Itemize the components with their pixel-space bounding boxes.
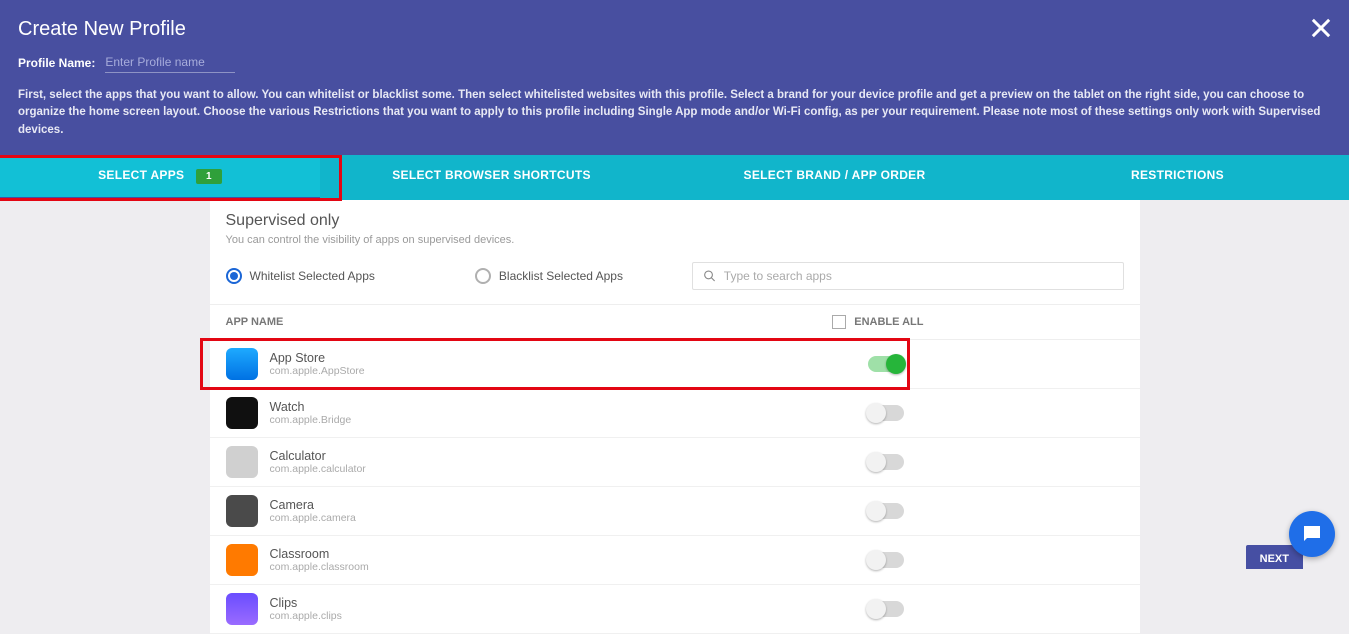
search-box[interactable] <box>692 262 1124 290</box>
app-toggle[interactable] <box>868 552 904 568</box>
tab-select-apps[interactable]: SELECT APPS 1 <box>0 155 320 200</box>
app-id: com.apple.AppStore <box>270 365 868 377</box>
app-icon <box>226 397 258 429</box>
close-button[interactable] <box>1307 14 1335 42</box>
app-toggle[interactable] <box>868 601 904 617</box>
page-title: Create New Profile <box>18 18 1331 41</box>
header: Create New Profile Profile Name: First, … <box>0 0 1349 155</box>
app-icon <box>226 446 258 478</box>
search-icon <box>703 269 716 283</box>
chat-icon <box>1300 522 1324 546</box>
tab-brand-order[interactable]: SELECT BRAND / APP ORDER <box>663 155 1006 200</box>
app-id: com.apple.classroom <box>270 561 868 573</box>
app-id: com.apple.camera <box>270 512 868 524</box>
card-subtitle: You can control the visibility of apps o… <box>226 234 1124 246</box>
app-info: Calculator com.apple.calculator <box>270 449 868 475</box>
tab-label: SELECT APPS <box>98 168 184 182</box>
app-rows: App Store com.apple.AppStore Watch com.a… <box>210 340 1140 634</box>
app-id: com.apple.clips <box>270 610 868 622</box>
app-id: com.apple.Bridge <box>270 414 868 426</box>
app-row: Clips com.apple.clips <box>210 585 1140 634</box>
col-enable-all[interactable]: ENABLE ALL <box>832 315 923 329</box>
radio-group: Whitelist Selected Apps Blacklist Select… <box>226 268 623 284</box>
col-app-name: APP NAME <box>226 316 833 328</box>
app-icon <box>226 348 258 380</box>
app-name: Calculator <box>270 449 868 463</box>
tab-browser-shortcuts[interactable]: SELECT BROWSER SHORTCUTS <box>320 155 663 200</box>
card-head: Supervised only You can control the visi… <box>210 200 1140 256</box>
app-name: Camera <box>270 498 868 512</box>
tabs-bar: SELECT APPS 1 SELECT BROWSER SHORTCUTS S… <box>0 155 1349 200</box>
search-input[interactable] <box>724 269 1113 283</box>
app-icon <box>226 495 258 527</box>
header-description: First, select the apps that you want to … <box>18 87 1331 139</box>
app-name: Watch <box>270 400 868 414</box>
radio-blacklist[interactable]: Blacklist Selected Apps <box>475 268 623 284</box>
col-enable-label: ENABLE ALL <box>854 316 923 328</box>
app-name: App Store <box>270 351 868 365</box>
filter-row: Whitelist Selected Apps Blacklist Select… <box>210 256 1140 304</box>
chat-bubble-button[interactable] <box>1289 511 1335 557</box>
app-info: Camera com.apple.camera <box>270 498 868 524</box>
radio-label: Whitelist Selected Apps <box>250 269 375 283</box>
tab-badge: 1 <box>196 169 222 184</box>
radio-icon <box>475 268 491 284</box>
app-id: com.apple.calculator <box>270 463 868 475</box>
app-row: Watch com.apple.Bridge <box>210 389 1140 438</box>
card-title: Supervised only <box>226 212 1124 230</box>
app-icon <box>226 544 258 576</box>
app-row: App Store com.apple.AppStore <box>210 340 1140 389</box>
app-row: Calculator com.apple.calculator <box>210 438 1140 487</box>
app-info: App Store com.apple.AppStore <box>270 351 868 377</box>
tab-label: SELECT BROWSER SHORTCUTS <box>392 168 591 182</box>
next-label: NEXT <box>1260 553 1289 565</box>
checkbox-icon[interactable] <box>832 315 846 329</box>
app-row: Camera com.apple.camera <box>210 487 1140 536</box>
app-toggle[interactable] <box>868 454 904 470</box>
app-info: Watch com.apple.Bridge <box>270 400 868 426</box>
profile-name-label: Profile Name: <box>18 56 95 70</box>
close-icon <box>1307 14 1335 42</box>
table-head: APP NAME ENABLE ALL <box>210 304 1140 340</box>
radio-whitelist[interactable]: Whitelist Selected Apps <box>226 268 375 284</box>
tab-restrictions[interactable]: RESTRICTIONS <box>1006 155 1349 200</box>
tab-label: SELECT BRAND / APP ORDER <box>744 168 926 182</box>
tab-label: RESTRICTIONS <box>1131 168 1224 182</box>
radio-icon <box>226 268 242 284</box>
app-toggle[interactable] <box>868 356 904 372</box>
radio-label: Blacklist Selected Apps <box>499 269 623 283</box>
profile-name-row: Profile Name: <box>18 53 1331 73</box>
app-toggle[interactable] <box>868 405 904 421</box>
app-name: Clips <box>270 596 868 610</box>
app-info: Clips com.apple.clips <box>270 596 868 622</box>
app-row: Classroom com.apple.classroom <box>210 536 1140 585</box>
app-name: Classroom <box>270 547 868 561</box>
app-toggle[interactable] <box>868 503 904 519</box>
profile-name-input[interactable] <box>105 53 235 73</box>
app-icon <box>226 593 258 625</box>
